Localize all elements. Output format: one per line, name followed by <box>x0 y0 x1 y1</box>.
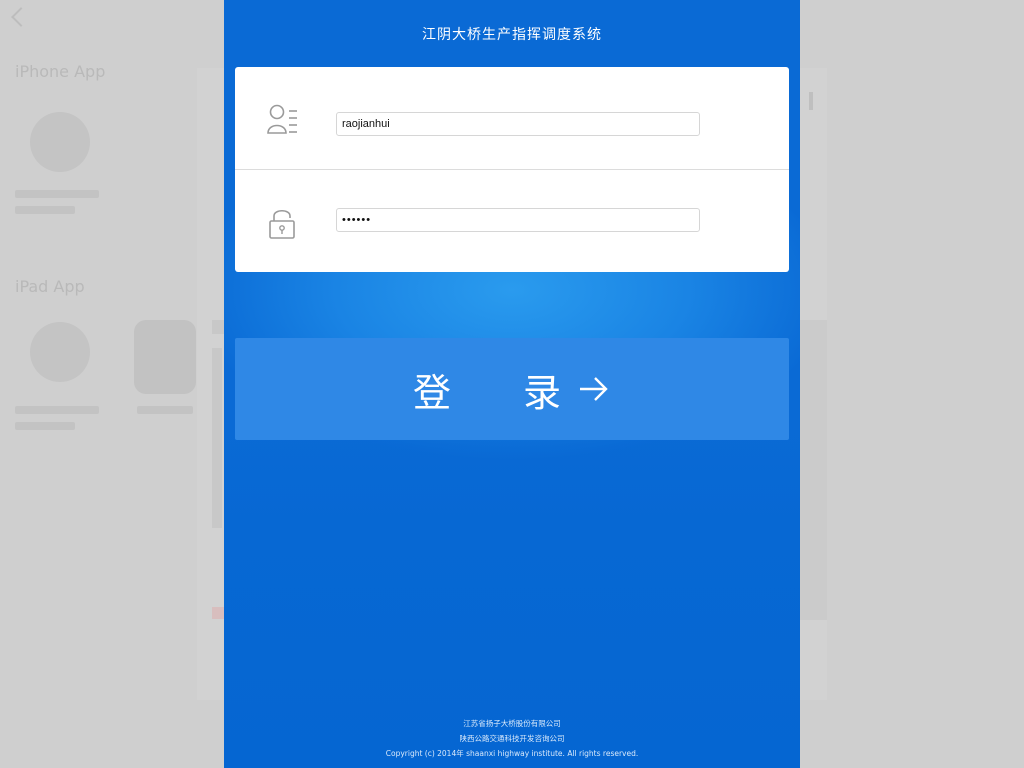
app-name-placeholder <box>137 406 193 414</box>
footer-company-2: 陕西公路交通科技开发咨询公司 <box>459 734 565 743</box>
username-input[interactable] <box>336 112 700 136</box>
footer-copyright: Copyright (c) 2014年 shaanxi highway inst… <box>385 749 639 758</box>
username-row <box>235 67 789 170</box>
padlock-icon <box>269 209 295 239</box>
section-heading-ipad: iPad App <box>15 277 85 296</box>
password-row <box>235 170 789 272</box>
app-title: 江阴大桥生产指挥调度系统 <box>422 27 602 43</box>
section-heading-iphone: iPhone App <box>15 62 106 81</box>
app-name-placeholder <box>15 406 99 414</box>
app-name-placeholder <box>15 206 75 214</box>
app-icon <box>30 112 90 172</box>
user-list-icon <box>267 104 297 134</box>
login-button[interactable]: 登 录 <box>235 338 789 440</box>
app-icon <box>134 320 196 394</box>
login-button-label: 登 录 <box>412 370 592 415</box>
app-icon <box>30 322 90 382</box>
password-input[interactable] <box>336 208 700 232</box>
login-panel: 江阴大桥生产指挥调度系统 登 录 <box>224 0 800 768</box>
arrow-right-icon <box>580 377 608 401</box>
login-form-card <box>235 67 789 272</box>
app-name-placeholder <box>15 190 99 198</box>
footer: 江苏省扬子大桥股份有限公司 陕西公路交通科技开发咨询公司 Copyright (… <box>224 716 800 761</box>
footer-company-1: 江苏省扬子大桥股份有限公司 <box>463 719 561 728</box>
app-name-placeholder <box>15 422 75 430</box>
back-chevron-icon <box>11 7 31 27</box>
